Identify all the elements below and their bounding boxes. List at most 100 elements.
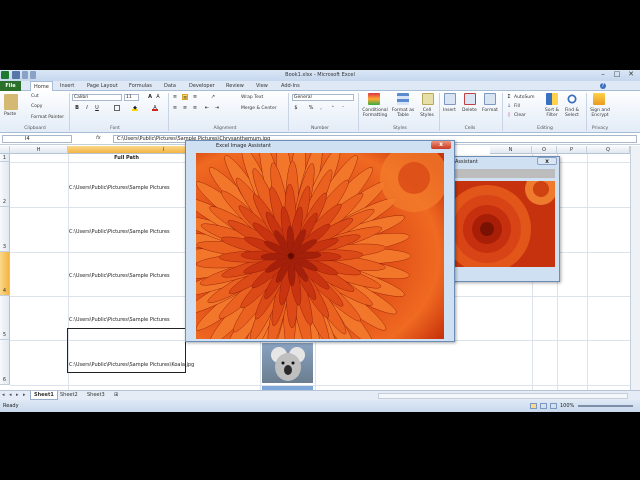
row-header-3[interactable]: 3 <box>0 207 10 252</box>
align-left-icon[interactable]: ≡ <box>172 105 178 111</box>
borders-icon[interactable] <box>114 105 120 111</box>
insert-cells-button[interactable]: Insert <box>443 108 456 113</box>
sort-filter-icon[interactable] <box>546 93 558 105</box>
cell-styles-button[interactable]: Cell Styles <box>417 108 437 118</box>
number-format-select[interactable]: General <box>292 94 354 101</box>
percent-icon[interactable]: % <box>308 105 314 111</box>
sort-filter-button[interactable]: Sort & Filter <box>542 108 562 118</box>
clear-button[interactable]: Clear <box>514 113 526 118</box>
row-header-1[interactable]: 1 <box>0 154 10 162</box>
format-as-table-icon[interactable] <box>397 93 409 105</box>
normal-view-icon[interactable] <box>530 403 537 409</box>
tab-view[interactable]: View <box>253 81 271 91</box>
fill-color-icon[interactable]: ◆ <box>132 105 138 111</box>
maximize-button[interactable]: □ <box>610 70 624 80</box>
align-bottom-icon[interactable]: ≡ <box>192 94 198 100</box>
autosum-icon[interactable]: Σ <box>506 94 512 100</box>
wrap-text-button[interactable]: Wrap Text <box>241 95 263 100</box>
next-sheet-icon[interactable]: ▸ <box>16 392 21 398</box>
comma-icon[interactable]: , <box>318 105 324 111</box>
conditional-formatting-button[interactable]: Conditional Formatting <box>360 108 390 118</box>
tab-insert[interactable]: Insert <box>57 81 77 91</box>
vertical-scrollbar[interactable] <box>630 146 640 390</box>
cell-i3[interactable]: C:\Users\Public\Pictures\Sample Pictures <box>69 229 170 235</box>
sheet-tab-sheet3[interactable]: Sheet3 <box>84 391 108 400</box>
prev-sheet-icon[interactable]: ◂ <box>9 392 14 398</box>
row-header-2[interactable]: 2 <box>0 162 10 207</box>
zoom-slider[interactable] <box>578 405 633 407</box>
cell-styles-icon[interactable] <box>422 93 434 105</box>
delete-cells-button[interactable]: Delete <box>462 108 477 113</box>
tab-add-ins[interactable]: Add-Ins <box>278 81 303 91</box>
increase-indent-icon[interactable]: ⇥ <box>214 105 220 111</box>
column-header-n[interactable]: N <box>490 146 532 154</box>
align-center-icon[interactable]: ≡ <box>182 105 188 111</box>
image-assistant-dialog-back[interactable]: Assistant x <box>450 156 560 282</box>
image-assistant-dialog[interactable]: Excel Image Assistant x <box>185 140 455 342</box>
column-header-h[interactable]: H <box>10 146 68 154</box>
tab-review[interactable]: Review <box>223 81 247 91</box>
minimize-button[interactable]: – <box>596 70 610 80</box>
tab-data[interactable]: Data <box>161 81 179 91</box>
name-box[interactable]: I4 <box>2 135 72 143</box>
grow-font-icon[interactable]: A <box>147 94 153 100</box>
cell-i2[interactable]: C:\Users\Public\Pictures\Sample Pictures <box>69 185 170 191</box>
format-painter-button[interactable]: Format Painter <box>31 115 64 120</box>
orientation-icon[interactable]: ↗ <box>210 94 216 100</box>
sign-encrypt-icon[interactable] <box>593 93 605 105</box>
align-right-icon[interactable]: ≡ <box>192 105 198 111</box>
close-window-button[interactable]: ✕ <box>624 70 638 80</box>
align-middle-icon[interactable]: ≡ <box>182 94 188 101</box>
page-break-view-icon[interactable] <box>550 403 557 409</box>
header-full-path[interactable]: Full Path <box>68 154 185 162</box>
insert-sheet-icon[interactable]: ⊞ <box>111 391 121 400</box>
close-dialog-button[interactable]: x <box>431 141 451 149</box>
currency-icon[interactable]: $ <box>293 105 299 111</box>
merge-center-button[interactable]: Merge & Center <box>241 106 277 111</box>
first-sheet-icon[interactable]: ◂ <box>2 392 7 398</box>
zoom-level[interactable]: 100% <box>560 400 574 412</box>
align-top-icon[interactable]: ≡ <box>172 94 178 100</box>
font-size-select[interactable]: 11 <box>124 94 139 101</box>
autosum-button[interactable]: AutoSum <box>514 95 535 100</box>
page-layout-view-icon[interactable] <box>540 403 547 409</box>
delete-cells-icon[interactable] <box>464 93 476 105</box>
column-header-o2[interactable]: O <box>532 146 557 154</box>
find-select-icon[interactable] <box>566 93 578 105</box>
decrease-decimal-icon[interactable]: ⁻ <box>340 105 346 111</box>
horizontal-scrollbar[interactable] <box>378 393 628 399</box>
conditional-formatting-icon[interactable] <box>368 93 380 105</box>
clear-icon[interactable]: ◊ <box>506 112 512 118</box>
row-header-5[interactable]: 5 <box>0 296 10 340</box>
row-header-6[interactable]: 6 <box>0 340 10 385</box>
fill-icon[interactable]: ↓ <box>506 103 512 109</box>
insert-cells-icon[interactable] <box>444 93 456 105</box>
paste-icon[interactable] <box>4 94 18 110</box>
tab-file[interactable]: File <box>0 81 21 91</box>
italic-button[interactable]: I <box>84 105 90 111</box>
font-color-icon[interactable]: A <box>152 105 158 111</box>
cell-i5[interactable]: C:\Users\Public\Pictures\Sample Pictures <box>69 317 170 323</box>
row-header-4[interactable]: 4 <box>0 252 10 296</box>
shrink-font-icon[interactable]: A <box>155 94 161 100</box>
font-name-select[interactable]: Calibri <box>72 94 122 101</box>
last-sheet-icon[interactable]: ▸ <box>23 392 28 398</box>
koala-thumbnail[interactable] <box>262 343 313 383</box>
underline-button[interactable]: U <box>94 105 100 111</box>
find-select-button[interactable]: Find & Select <box>562 108 582 118</box>
tab-developer[interactable]: Developer <box>186 81 218 91</box>
tab-page-layout[interactable]: Page Layout <box>84 81 121 91</box>
format-cells-icon[interactable] <box>484 93 496 105</box>
sheet-tab-sheet2[interactable]: Sheet2 <box>57 391 81 400</box>
paste-label[interactable]: Paste <box>4 112 16 117</box>
cut-button[interactable]: Cut <box>31 94 39 99</box>
increase-decimal-icon[interactable]: ⁺ <box>330 105 336 111</box>
column-header-p[interactable]: P <box>557 146 587 154</box>
bold-button[interactable]: B <box>74 105 80 111</box>
close-dialog-button[interactable]: x <box>537 157 557 165</box>
column-header-q[interactable]: Q <box>587 146 630 154</box>
copy-button[interactable]: Copy <box>31 104 42 109</box>
fill-button[interactable]: Fill <box>514 104 520 109</box>
sign-encrypt-button[interactable]: Sign and Encrypt <box>588 108 612 118</box>
select-all-corner[interactable] <box>0 146 10 154</box>
